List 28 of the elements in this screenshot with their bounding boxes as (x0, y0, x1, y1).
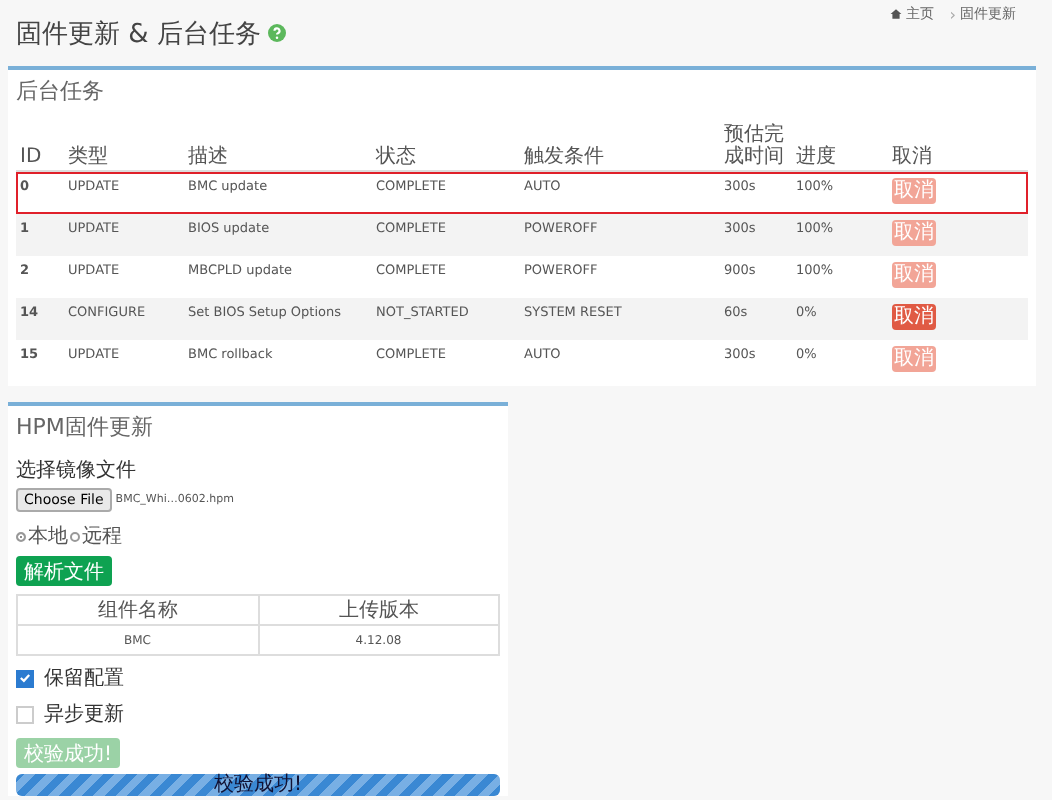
checkbox[interactable] (16, 705, 34, 723)
radio-label[interactable]: 远程 (82, 522, 122, 550)
page-title: 固件更新 & 后台任务 (16, 17, 261, 51)
column-header: 上传版本 (338, 600, 419, 622)
checkbox[interactable] (16, 669, 34, 687)
field-label: 选择镜像文件 (16, 457, 138, 484)
column-header: 类型 (68, 146, 108, 168)
column-header: 描述 (188, 146, 228, 168)
column-header: 取消 (892, 146, 932, 168)
cancel-button[interactable]: 取消 (892, 303, 936, 329)
progress-text: 校验成功! (214, 774, 302, 796)
breadcrumb-separator: › (949, 5, 956, 23)
radio-button[interactable] (16, 531, 26, 541)
parse-file-button[interactable]: 解析文件 (16, 556, 112, 586)
checkbox-label[interactable]: 保留配置 (44, 664, 124, 692)
panel-title: HPM固件更新 (16, 412, 155, 444)
column-header: 预估完成时间 (724, 124, 786, 168)
column-header: ID (20, 146, 42, 168)
column-header: 状态 (376, 146, 416, 168)
checkbox-label[interactable]: 异步更新 (44, 700, 124, 728)
panel-title: 后台任务 (16, 76, 106, 108)
column-header: 进度 (796, 146, 836, 168)
column-header: 组件名称 (97, 600, 178, 622)
home-icon (889, 8, 902, 20)
radio-button[interactable] (70, 531, 80, 541)
help-icon[interactable] (268, 24, 287, 42)
column-header: 触发条件 (524, 146, 604, 168)
radio-label[interactable]: 本地 (28, 522, 68, 550)
